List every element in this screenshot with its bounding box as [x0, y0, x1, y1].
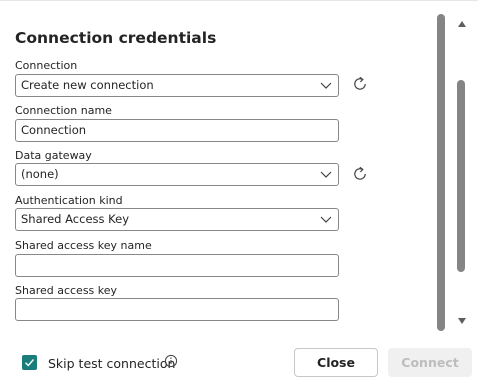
- connection-credentials-dialog: Connection credentials Connection Create…: [0, 0, 478, 389]
- checkmark-icon: [25, 359, 35, 367]
- authentication-kind-value: Shared Access Key: [21, 212, 130, 226]
- connection-dropdown[interactable]: Create new connection: [15, 74, 339, 97]
- refresh-icon[interactable]: [351, 75, 369, 93]
- connection-name-label: Connection name: [15, 104, 112, 117]
- data-gateway-dropdown[interactable]: (none): [15, 163, 339, 186]
- connection-value: Create new connection: [21, 78, 154, 92]
- skip-test-checkbox[interactable]: [22, 355, 37, 370]
- connection-label: Connection: [15, 59, 78, 72]
- data-gateway-value: (none): [21, 167, 59, 181]
- outer-scrollbar-thumb[interactable]: [457, 80, 465, 272]
- chevron-down-icon: [320, 82, 332, 89]
- dialog-title: Connection credentials: [15, 29, 217, 47]
- authentication-kind-label: Authentication kind: [15, 194, 123, 207]
- connection-name-input[interactable]: Connection: [15, 119, 339, 142]
- shared-access-key-input[interactable]: [15, 298, 339, 321]
- info-icon[interactable]: [164, 354, 178, 368]
- scroll-up-arrow-icon[interactable]: [457, 20, 467, 28]
- refresh-icon[interactable]: [351, 165, 369, 183]
- top-divider: [0, 0, 478, 1]
- shared-access-key-name-input[interactable]: [15, 254, 339, 277]
- shared-access-key-label: Shared access key: [15, 284, 118, 297]
- skip-test-label: Skip test connection: [48, 356, 176, 371]
- connection-name-value: Connection: [21, 123, 87, 137]
- chevron-down-icon: [320, 216, 332, 223]
- connect-button[interactable]: Connect: [388, 348, 472, 377]
- inner-scrollbar-thumb[interactable]: [437, 14, 445, 331]
- data-gateway-label: Data gateway: [15, 149, 92, 162]
- chevron-down-icon: [320, 171, 332, 178]
- authentication-kind-dropdown[interactable]: Shared Access Key: [15, 208, 339, 231]
- shared-access-key-name-label: Shared access key name: [15, 239, 152, 252]
- close-button[interactable]: Close: [294, 348, 378, 377]
- scroll-down-arrow-icon[interactable]: [457, 317, 467, 325]
